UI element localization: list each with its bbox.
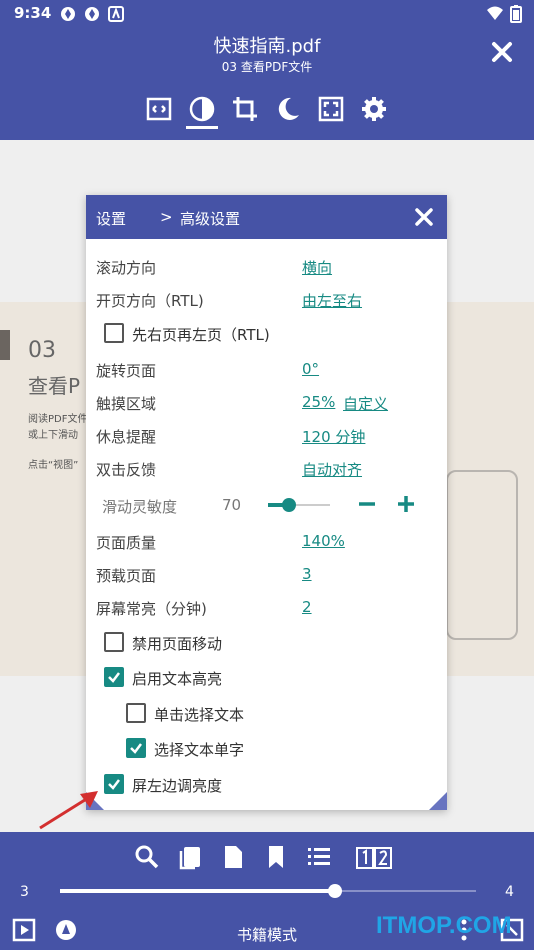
left-brightness-label: 屏左边调亮度 xyxy=(132,777,223,795)
page-direction-value[interactable]: 由左至右 xyxy=(302,290,362,311)
night-mode-icon[interactable] xyxy=(273,94,303,124)
resize-handle-right[interactable] xyxy=(429,792,447,810)
text-highlight-checkbox[interactable] xyxy=(104,667,124,687)
page-start-label: 3 xyxy=(20,884,29,900)
copy-icon[interactable] xyxy=(177,844,203,870)
preload-value[interactable]: 3 xyxy=(302,565,312,583)
screen-on-value[interactable]: 2 xyxy=(302,598,312,616)
rotate-value[interactable]: 0° xyxy=(302,360,319,378)
double-tap-label: 双击反馈 xyxy=(96,461,157,479)
close-icon[interactable] xyxy=(488,38,516,66)
page-text-line: 阅读PDF文件 xyxy=(28,414,88,425)
rotate-label: 旋转页面 xyxy=(96,362,157,380)
crop-fit-icon[interactable] xyxy=(144,94,174,124)
right-first-checkbox[interactable] xyxy=(104,323,124,343)
checkmark-icon xyxy=(108,672,120,683)
page-text-line: 点击“视图” xyxy=(28,460,79,471)
close-icon[interactable] xyxy=(413,206,435,228)
quality-value[interactable]: 140% xyxy=(302,532,345,550)
touch-area-label: 触摸区域 xyxy=(96,395,157,413)
search-icon[interactable] xyxy=(134,844,160,870)
advanced-settings-dialog: 设置 > 高级设置 滚动方向 横向 开页方向（RTL) 由左至右 先右页再左页（… xyxy=(86,195,447,810)
status-time: 9:34 xyxy=(14,4,52,22)
select-word-label: 选择文本单字 xyxy=(154,741,245,759)
rest-reminder-value[interactable]: 120 分钟 xyxy=(302,426,365,447)
status-bar: 9:34 xyxy=(0,0,534,28)
decrease-button[interactable] xyxy=(356,493,378,515)
checkmark-icon xyxy=(108,779,120,790)
page-direction-label: 开页方向（RTL) xyxy=(96,292,204,310)
wifi-icon xyxy=(487,6,503,20)
page-text-line: 或上下滑动 xyxy=(28,430,78,441)
document-subtitle: 03 查看PDF文件 xyxy=(221,60,313,74)
single-tap-select-checkbox[interactable] xyxy=(126,703,146,723)
breadcrumb-separator: > xyxy=(160,208,173,226)
disable-move-label: 禁用页面移动 xyxy=(132,635,223,653)
screen-on-label: 屏幕常亮（分钟) xyxy=(96,600,207,618)
increase-button[interactable] xyxy=(395,493,417,515)
text-highlight-label: 启用文本高亮 xyxy=(132,670,223,688)
scroll-direction-value[interactable]: 横向 xyxy=(302,257,332,278)
checkmark-icon xyxy=(130,743,142,754)
bookmark-icon[interactable] xyxy=(263,844,289,870)
annotation-arrow-icon xyxy=(39,791,98,830)
top-header: 快速指南.pdf 03 查看PDF文件 xyxy=(0,28,534,140)
preload-label: 预载页面 xyxy=(96,567,157,585)
top-toolbar xyxy=(0,94,534,128)
battery-icon xyxy=(510,5,522,23)
sensitivity-label: 滑动灵敏度 xyxy=(102,498,178,516)
scroll-direction-label: 滚动方向 xyxy=(96,259,157,277)
quality-label: 页面质量 xyxy=(96,534,157,552)
touch-area-custom[interactable]: 自定义 xyxy=(343,393,388,414)
breadcrumb-settings[interactable]: 设置 xyxy=(96,208,126,229)
document-title: 快速指南.pdf xyxy=(213,36,321,57)
page-marker xyxy=(0,330,10,360)
text-notification-icon xyxy=(108,6,124,22)
sensitivity-value: 70 xyxy=(222,496,242,514)
fullscreen-icon[interactable] xyxy=(316,94,346,124)
list-icon[interactable] xyxy=(306,844,332,870)
single-tap-select-label: 单击选择文本 xyxy=(154,706,245,724)
page-seekbar-thumb[interactable] xyxy=(328,884,342,898)
dialog-header: 设置 > 高级设置 xyxy=(86,195,447,239)
contrast-icon[interactable] xyxy=(187,94,217,124)
sensitivity-slider-thumb[interactable] xyxy=(282,498,296,512)
settings-icon[interactable] xyxy=(359,94,389,124)
two-page-icon[interactable] xyxy=(355,844,393,870)
breadcrumb-advanced: 高级设置 xyxy=(180,210,241,228)
phone-illustration xyxy=(446,470,518,640)
left-brightness-checkbox[interactable] xyxy=(104,774,124,794)
select-word-checkbox[interactable] xyxy=(126,738,146,758)
app-notification-icon xyxy=(61,7,75,21)
double-tap-value[interactable]: 自动对齐 xyxy=(302,459,362,480)
page-heading: 查看P xyxy=(28,374,81,398)
crop-icon[interactable] xyxy=(230,94,260,124)
touch-area-value[interactable]: 25% xyxy=(302,393,335,411)
right-first-label: 先右页再左页（RTL) xyxy=(132,326,270,344)
rest-reminder-label: 休息提醒 xyxy=(96,428,157,446)
watermark: ITMOP.COM xyxy=(376,912,512,939)
page-end-label: 4 xyxy=(505,884,514,900)
active-tab-underline xyxy=(186,126,218,129)
page-number-text: 03 xyxy=(28,338,56,363)
document-icon[interactable] xyxy=(220,844,246,870)
page-seekbar-fill xyxy=(60,889,336,893)
status-icons xyxy=(486,5,522,23)
app-notification-icon-2 xyxy=(85,7,99,21)
disable-move-checkbox[interactable] xyxy=(104,632,124,652)
